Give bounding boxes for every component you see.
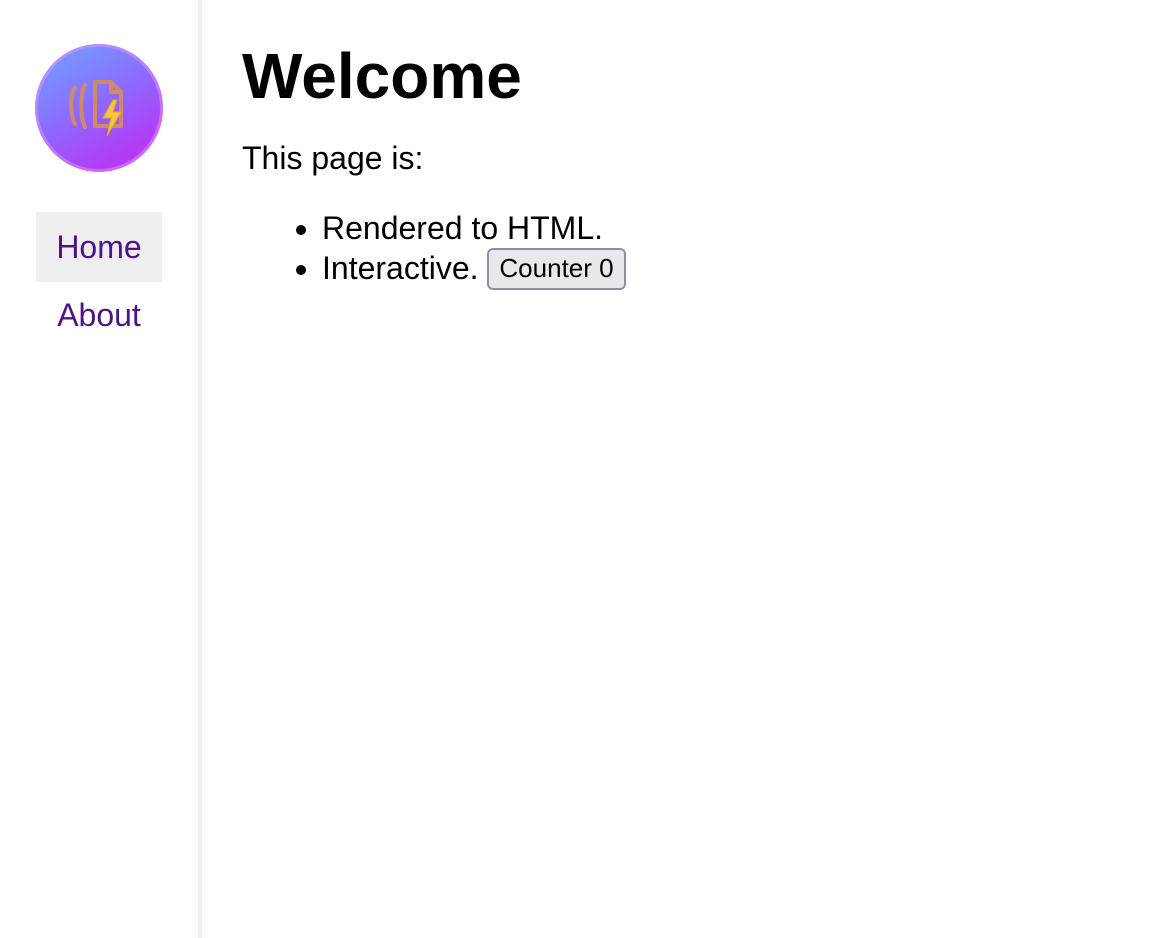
list-item: Interactive. Counter 0 [322,247,1168,292]
feature-list: Rendered to HTML. Interactive. Counter 0 [242,208,1168,292]
app-logo [35,44,163,172]
sidebar-nav: Home About [36,212,162,348]
feature-text: Rendered to HTML. [322,210,604,246]
main-content: Welcome This page is: Rendered to HTML. … [202,0,1168,938]
document-lightning-icon [69,80,123,137]
page-title: Welcome [242,40,522,112]
nav-item-home[interactable]: Home [36,212,162,282]
counter-button[interactable]: Counter 0 [487,247,626,290]
sidebar: Home About [0,0,202,938]
nav-item-about[interactable]: About [36,282,162,348]
list-item: Rendered to HTML. [322,208,1168,248]
intro-text: This page is: [242,140,424,176]
app-root: Home About Welcome This page is: Rendere… [0,0,1168,938]
feature-text: Interactive. [322,250,479,286]
